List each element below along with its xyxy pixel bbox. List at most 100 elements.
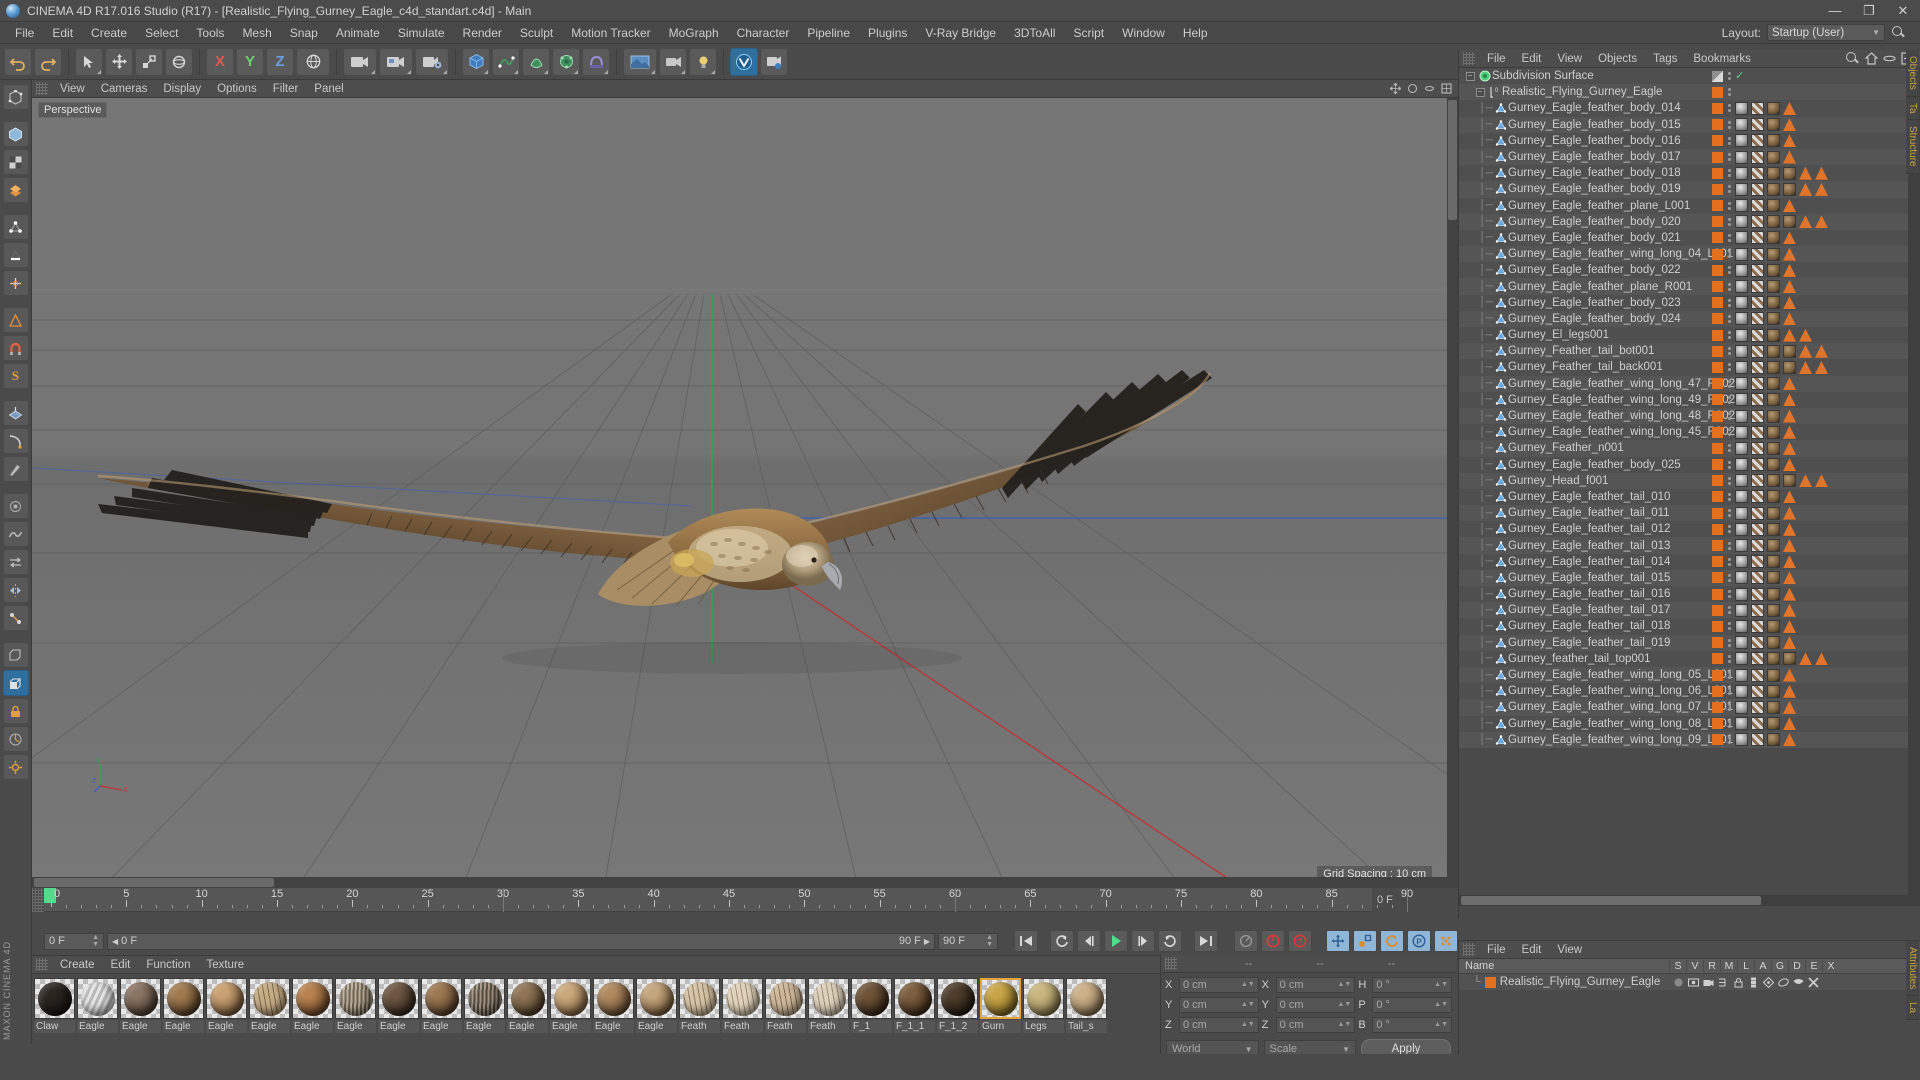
- phong-tag-icon[interactable]: [1735, 603, 1748, 617]
- menu-sculpt[interactable]: Sculpt: [511, 24, 562, 42]
- coord-rotation-b-input[interactable]: 0 ° ▲▼: [1372, 1016, 1453, 1033]
- material-swatch[interactable]: Feath: [679, 978, 720, 1033]
- stepper-icon[interactable]: ▲▼: [1337, 1021, 1351, 1028]
- tree-expander[interactable]: │─: [1479, 362, 1493, 373]
- timeline-start-field[interactable]: 0 F ▲ ▼: [44, 932, 104, 950]
- visibility-dots-icon[interactable]: [1726, 492, 1732, 501]
- go-to-next-key-button[interactable]: [1158, 930, 1182, 952]
- material-swatch[interactable]: Legs: [1023, 978, 1064, 1033]
- object-tree-row[interactable]: │─ Gurney_Eagle_feather_body_020: [1459, 213, 1908, 230]
- object-tree-row[interactable]: │─ Gurney_Eagle_feather_wing_long_45_R002: [1459, 424, 1908, 441]
- object-tree-row[interactable]: │─ Gurney_Eagle_feather_tail_018: [1459, 618, 1908, 635]
- material-preview[interactable]: [206, 978, 247, 1019]
- tree-expander[interactable]: │─: [1479, 119, 1493, 130]
- object-tree-row[interactable]: │─ Gurney_Feather_n001: [1459, 440, 1908, 457]
- layer-color-chip[interactable]: [1712, 701, 1723, 713]
- vray-render-button[interactable]: [760, 47, 788, 76]
- material-tag-icon[interactable]: [1767, 231, 1780, 245]
- texture-tag-icon[interactable]: [1751, 101, 1764, 115]
- layer-color-chip[interactable]: [1712, 442, 1723, 454]
- object-tree-row[interactable]: │─ Gurney_Eagle_feather_wing_long_04_L001: [1459, 246, 1908, 263]
- visibility-dots-icon[interactable]: [1726, 428, 1732, 437]
- tool-point-mode-button[interactable]: [2, 214, 29, 240]
- layer-column-a[interactable]: A: [1754, 960, 1771, 972]
- phong-tag-icon[interactable]: [1735, 215, 1748, 229]
- object-tree-row-group[interactable]: − 0 Realistic_Flying_Gurney_Eagle: [1459, 84, 1908, 101]
- object-tree-row-root[interactable]: − Subdivision Surface ✓: [1459, 68, 1908, 85]
- visibility-dots-icon[interactable]: [1726, 444, 1732, 453]
- texture-tag-icon[interactable]: [1751, 280, 1764, 294]
- phong-tag-icon[interactable]: [1735, 539, 1748, 553]
- texture-tag-icon[interactable]: [1751, 619, 1764, 633]
- play-button[interactable]: [1104, 930, 1128, 952]
- menu-render[interactable]: Render: [454, 24, 511, 42]
- material-swatch[interactable]: F_1: [851, 978, 892, 1033]
- texture-tag-icon[interactable]: [1751, 231, 1764, 245]
- phong-tag-icon[interactable]: [1735, 280, 1748, 294]
- material-tag-icon[interactable]: [1767, 700, 1780, 714]
- tree-expander[interactable]: │─: [1479, 313, 1493, 324]
- layer-column-g[interactable]: G: [1771, 960, 1788, 972]
- layer-column-s[interactable]: S: [1669, 960, 1686, 972]
- tree-expander[interactable]: │─: [1479, 718, 1493, 729]
- menu-script[interactable]: Script: [1064, 24, 1113, 42]
- texture-tag-icon[interactable]: [1751, 603, 1764, 617]
- tree-expander[interactable]: │─: [1479, 216, 1493, 227]
- material-menu-edit[interactable]: Edit: [103, 958, 139, 972]
- material-preview[interactable]: [1066, 978, 1107, 1019]
- ellipse-icon[interactable]: [1883, 52, 1896, 65]
- material-tag-icon[interactable]: [1767, 522, 1780, 536]
- enabled-checkmark-icon[interactable]: ✓: [1735, 70, 1744, 82]
- selection-tag-icon[interactable]: [1783, 409, 1796, 423]
- nurbs-generator-button[interactable]: [522, 47, 550, 76]
- home-icon[interactable]: [1865, 52, 1878, 65]
- stepper-icon[interactable]: ▲▼: [986, 934, 993, 948]
- layer-color-chip[interactable]: [1712, 232, 1723, 244]
- selection-tag-icon[interactable]: [1815, 360, 1828, 374]
- lock-z-axis-button[interactable]: Z: [266, 47, 294, 76]
- material-preview[interactable]: [249, 978, 290, 1019]
- material-swatch[interactable]: F_1_2: [937, 978, 978, 1033]
- tool-bevel-button[interactable]: [2, 642, 29, 668]
- scene-environment-button[interactable]: [623, 47, 657, 76]
- texture-tag-icon[interactable]: [1751, 474, 1764, 488]
- material-swatch[interactable]: Eagle: [507, 978, 548, 1033]
- render-icon[interactable]: [1703, 977, 1714, 988]
- material-swatch[interactable]: F_1_1: [894, 978, 935, 1033]
- phong-tag-icon[interactable]: [1735, 199, 1748, 213]
- texture-tag-icon[interactable]: [1751, 263, 1764, 277]
- object-tree-row[interactable]: │─ Gurney_Eagle_feather_wing_long_05_L001: [1459, 666, 1908, 684]
- lock-y-axis-button[interactable]: Y: [236, 47, 264, 76]
- selection-tag-icon[interactable]: [1783, 441, 1796, 455]
- scale-tool-button[interactable]: [135, 47, 163, 76]
- selection-tag-icon[interactable]: [1783, 539, 1796, 553]
- material-swatch[interactable]: Eagle: [464, 978, 505, 1033]
- visibility-dots-icon[interactable]: [1726, 282, 1732, 291]
- object-tree-row[interactable]: │─ Gurney_Eagle_feather_body_024: [1459, 310, 1908, 327]
- layer-color-chip[interactable]: [1712, 361, 1723, 373]
- selection-tag-icon[interactable]: [1783, 587, 1796, 601]
- layer-color-chip[interactable]: [1712, 604, 1723, 616]
- viewport-menu-view[interactable]: View: [52, 82, 93, 96]
- phong-tag-icon[interactable]: [1735, 571, 1748, 585]
- tree-expander[interactable]: │─: [1479, 605, 1493, 616]
- material-preview[interactable]: [722, 978, 763, 1019]
- render-view-button[interactable]: [343, 47, 377, 76]
- render-settings-button[interactable]: [415, 47, 449, 76]
- material-swatch[interactable]: Eagle: [593, 978, 634, 1033]
- layer-color-chip[interactable]: [1712, 119, 1723, 131]
- visibility-dots-icon[interactable]: [1726, 671, 1732, 680]
- layer-color-chip[interactable]: [1712, 459, 1723, 471]
- tab-attributes[interactable]: Attributes: [1906, 941, 1919, 997]
- material-preview[interactable]: [378, 978, 419, 1019]
- tree-expander[interactable]: │─: [1479, 508, 1493, 519]
- phong-tag-icon[interactable]: [1735, 328, 1748, 342]
- tree-expander[interactable]: │─: [1479, 670, 1493, 681]
- material-preview[interactable]: [163, 978, 204, 1019]
- tool-polygon-mode-button[interactable]: [2, 177, 29, 203]
- material-tag-icon[interactable]: [1767, 247, 1780, 261]
- texture-tag-icon[interactable]: [1751, 312, 1764, 326]
- spline-pen-button[interactable]: [492, 47, 520, 76]
- selection-tag-icon[interactable]: [1783, 506, 1796, 520]
- texture-tag-icon[interactable]: [1751, 555, 1764, 569]
